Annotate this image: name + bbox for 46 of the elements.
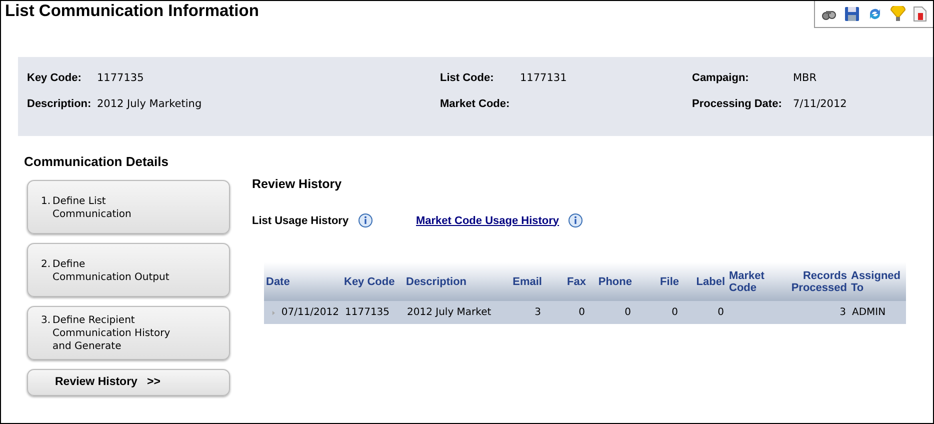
column-header[interactable]: Email [491, 262, 544, 301]
field-label: List Code: [440, 72, 495, 84]
table-cell: 3 [840, 307, 846, 318]
table-cell: 0 [624, 307, 631, 318]
table-cell: 0 [718, 307, 724, 318]
field-value: 2012 July Marketing [97, 98, 202, 110]
field-label: Key Code: [27, 72, 82, 84]
refresh-icon[interactable] [867, 6, 883, 22]
usage-history-label: List Usage History [252, 214, 349, 226]
field-value: MBR [793, 72, 817, 84]
review-title: Review History [252, 176, 343, 192]
field-value: 7/11/2012 [793, 98, 847, 110]
table-cell: 0 [578, 307, 585, 318]
field-value: 1177131 [520, 72, 567, 84]
column-header[interactable]: Fax [544, 262, 588, 301]
field-value: 1177135 [97, 72, 144, 84]
step-button[interactable]: Review History >> [27, 369, 230, 396]
column-header[interactable]: File [634, 262, 681, 301]
info-icon[interactable] [568, 213, 584, 228]
column-header[interactable]: Market Code [727, 262, 771, 301]
step-button[interactable]: 2. Define Communication Output [27, 243, 230, 297]
column-header[interactable]: Key Code [342, 262, 404, 301]
table-cell: 0 [672, 307, 678, 318]
column-header[interactable]: Assigned To [849, 262, 906, 301]
step-button[interactable]: 3. Define Recipient Communication History and Generate [27, 306, 230, 360]
column-header[interactable]: Description [404, 262, 491, 301]
field-label: Processing Date: [692, 98, 783, 110]
document-icon[interactable] [913, 6, 927, 22]
field-label: Campaign: [692, 72, 750, 84]
step-button[interactable]: 1. Define List Communication [27, 180, 230, 234]
info-icon[interactable] [358, 213, 373, 228]
table-cell: 3 [534, 307, 541, 318]
column-header[interactable]: Phone [588, 262, 634, 301]
section-title: Communication Details [24, 153, 170, 171]
column-header[interactable]: Date [264, 262, 342, 301]
column-header[interactable]: Label [681, 262, 727, 301]
usage-history-link[interactable]: Market Code Usage History [416, 214, 560, 226]
window-title: List Communication Information [4, 1, 259, 21]
table-cell: 1177135 [345, 307, 390, 318]
table-cell: 2012 July Market [407, 307, 492, 318]
table-cell: 07/11/2012 [281, 307, 339, 318]
table-cell: ADMIN [852, 307, 886, 318]
column-header[interactable]: Records Processed [771, 262, 849, 301]
save-icon[interactable] [844, 6, 860, 22]
field-label: Description: [27, 98, 92, 110]
field-label: Market Code: [440, 98, 511, 110]
